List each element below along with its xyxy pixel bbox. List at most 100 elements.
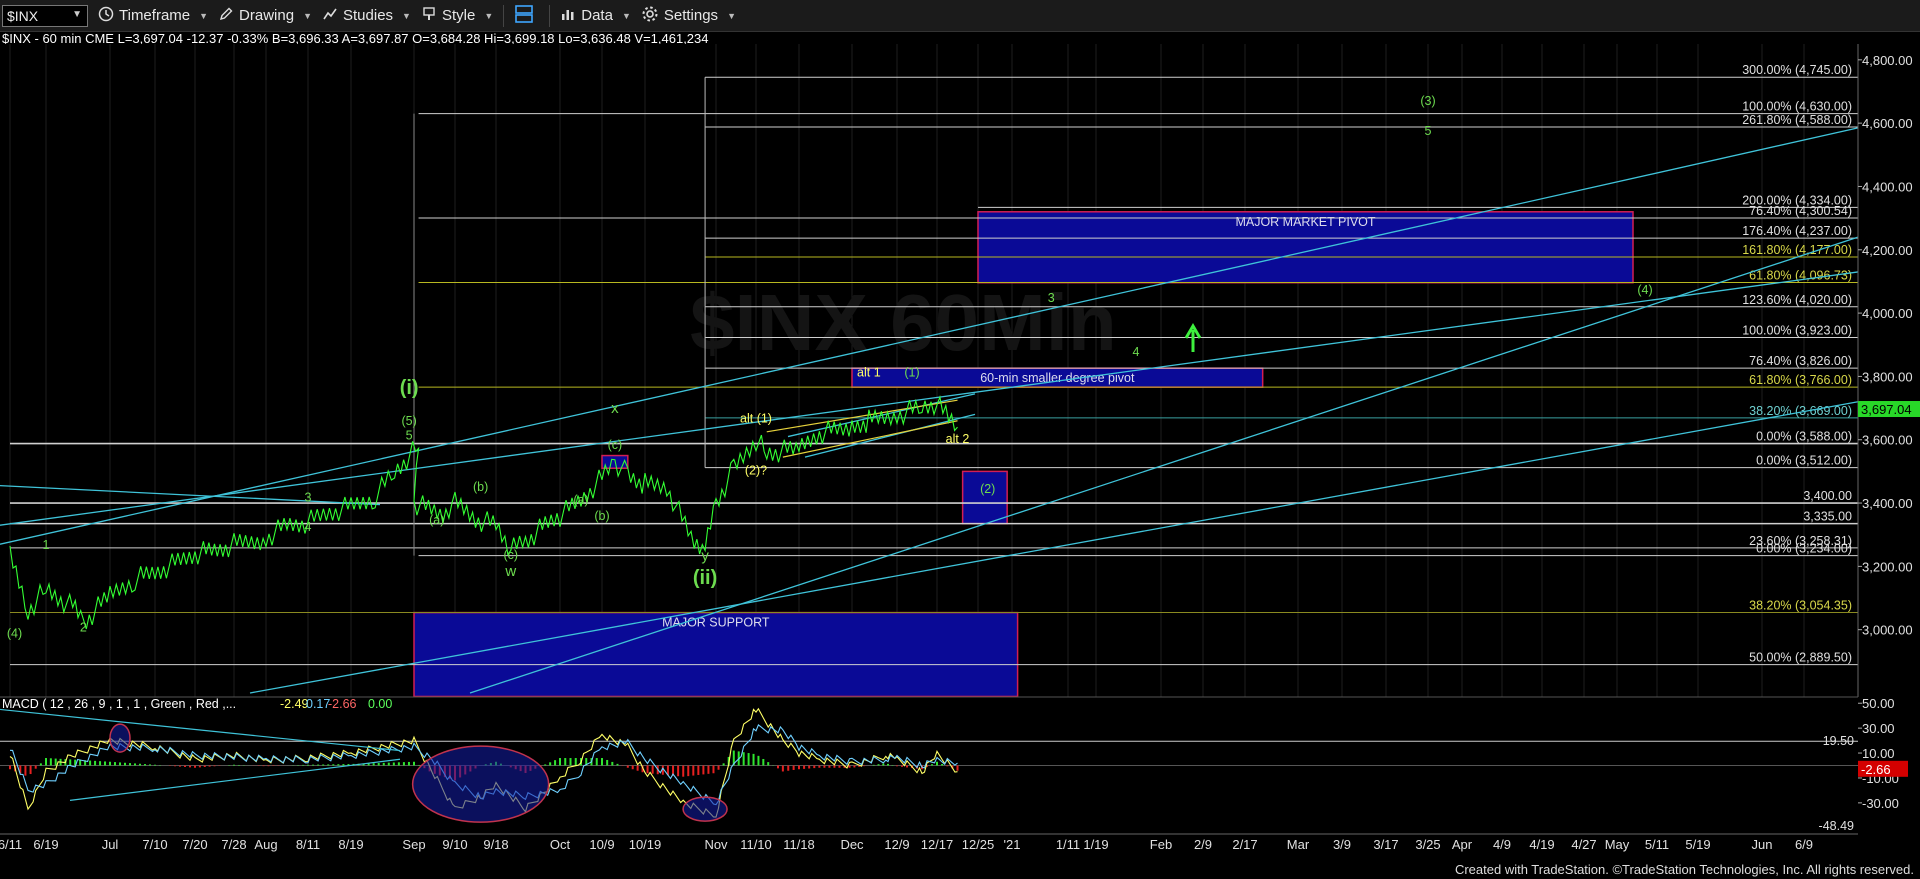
- y-tick-label: 4,200.00: [1862, 243, 1913, 258]
- x-tick-label: Sep: [402, 837, 425, 852]
- macd-value: 0.00: [368, 697, 392, 711]
- wave-label: (ii): [693, 567, 717, 589]
- wave-label: (2)?: [745, 464, 767, 478]
- x-tick-label: 4/27: [1571, 837, 1596, 852]
- wave-label: 5: [1425, 124, 1432, 138]
- macd-panel: MACD ( 12 , 26 , 9 , 1 , 1 , Green , Red…: [0, 696, 1858, 834]
- wave-label: (5): [402, 414, 417, 428]
- fib-level-label: 76.40% (3,826.00): [1749, 354, 1852, 368]
- wave-label: alt (1): [740, 411, 772, 425]
- macd-reference-label: 19.50: [1823, 734, 1854, 748]
- macd-last-label: -2.66: [1861, 762, 1891, 777]
- x-tick-label: 6/11: [0, 837, 22, 852]
- wave-label: (b): [594, 509, 609, 523]
- y-tick-label: 3,800.00: [1862, 369, 1913, 384]
- x-tick-label: 1/11: [1056, 837, 1080, 852]
- fib-level-label: 0.00% (3,512.00): [1756, 454, 1852, 468]
- chart-canvas[interactable]: $INX 60MinMAJOR MARKET PIVOT60-min small…: [0, 0, 1920, 879]
- fib-level-label: 176.40% (4,237.00): [1742, 224, 1852, 238]
- macd-highlight-ellipse: [411, 745, 550, 823]
- wave-label: (c): [608, 438, 623, 452]
- y-tick-label: 4,600.00: [1862, 116, 1913, 131]
- x-tick-label: Jun: [1752, 837, 1773, 852]
- x-tick-label: 12/9: [884, 837, 909, 852]
- wave-label: (2): [980, 482, 995, 496]
- wave-label: (b): [473, 480, 488, 494]
- pivot-zone: [961, 470, 1008, 525]
- y-tick-label: 4,800.00: [1862, 53, 1913, 68]
- wave-label: (4): [7, 627, 22, 641]
- fib-level-label: 38.20% (3,054.35): [1749, 598, 1852, 612]
- x-tick-label: Dec: [840, 837, 864, 852]
- wave-label: alt 2: [946, 432, 970, 446]
- x-tick-label: Oct: [550, 837, 571, 852]
- x-tick-label: 7/28: [221, 837, 246, 852]
- fib-level-label: 50.00% (2,889.50): [1749, 651, 1852, 665]
- x-axis: 6/11 6/19 Jul 7/10 7/20 7/28 Aug 8/11 8/19 Sep 9/1…: [0, 833, 1920, 852]
- x-tick-label: 5/19: [1685, 837, 1710, 852]
- wave-label: alt 1: [857, 365, 881, 379]
- x-tick-label: Aug: [254, 837, 277, 852]
- fib-level-label: 123.60% (4,020.00): [1742, 293, 1852, 307]
- last-price-label: 3,697.04: [1861, 402, 1912, 417]
- macd-reference-label: -48.49: [1819, 819, 1854, 833]
- x-tick-label: 1/19: [1083, 837, 1108, 852]
- wave-label: (a): [573, 493, 588, 507]
- wave-label: (a): [429, 513, 444, 527]
- y-tick-label: 3,600.00: [1862, 433, 1913, 448]
- x-tick-label: 9/10: [442, 837, 467, 852]
- x-tick-label: Apr: [1452, 837, 1473, 852]
- x-tick-label: Mar: [1287, 837, 1310, 852]
- x-tick-label: May: [1605, 837, 1630, 852]
- macd-tick-label: 50.00: [1862, 696, 1895, 711]
- x-tick-label: '21: [1004, 837, 1021, 852]
- x-tick-label: 7/20: [182, 837, 207, 852]
- macd-tick-label: 30.00: [1862, 721, 1895, 736]
- macd-title: MACD ( 12 , 26 , 9 , 1 , 1 , Green , Red…: [2, 697, 236, 711]
- x-axis-bg: [0, 834, 1920, 852]
- x-tick-label: 3/9: [1333, 837, 1351, 852]
- fib-level-label: 61.80% (3,766.00): [1749, 373, 1852, 387]
- x-tick-label: Nov: [704, 837, 728, 852]
- macd-highlight-ellipse: [109, 723, 131, 753]
- x-tick-label: 6/9: [1795, 837, 1813, 852]
- wave-label: (i): [400, 377, 419, 399]
- wave-label: y: [701, 548, 709, 565]
- wave-label: 4: [1133, 345, 1140, 359]
- x-tick-label: 2/17: [1232, 837, 1257, 852]
- wave-label: 3: [305, 490, 312, 504]
- y-tick-label: 3,000.00: [1862, 623, 1913, 638]
- x-tick-label: 6/19: [33, 837, 58, 852]
- x-tick-label: 10/9: [589, 837, 614, 852]
- wave-label: 4: [305, 520, 312, 534]
- y-tick-label: 3,200.00: [1862, 559, 1913, 574]
- wave-label: (3): [1420, 94, 1435, 108]
- wave-label: x: [611, 400, 619, 417]
- macd-tick-label: -30.00: [1862, 796, 1899, 811]
- x-tick-label: 11/18: [783, 837, 815, 852]
- wave-label: (c): [503, 548, 518, 562]
- fib-level-label: 0.00% (3,234.00): [1756, 542, 1852, 556]
- x-tick-label: 5/11: [1645, 837, 1669, 852]
- x-tick-label: 9/18: [483, 837, 508, 852]
- x-tick-label: 3/25: [1415, 837, 1440, 852]
- x-tick-label: 8/11: [296, 837, 320, 852]
- x-tick-label: 4/19: [1529, 837, 1554, 852]
- wave-label: 1: [43, 538, 50, 552]
- x-tick-label: 10/19: [629, 837, 662, 852]
- fib-level-label: 100.00% (4,630.00): [1742, 100, 1852, 114]
- x-tick-label: 7/10: [142, 837, 167, 852]
- x-tick-label: 8/19: [338, 837, 363, 852]
- y-tick-label: 4,000.00: [1862, 306, 1913, 321]
- wave-label: 2: [80, 620, 87, 634]
- macd-highlight-ellipse: [682, 796, 728, 822]
- macd-value: -2.49: [280, 697, 309, 711]
- macd-tick-label: 10.00: [1862, 746, 1895, 761]
- y-tick-label: 4,400.00: [1862, 179, 1913, 194]
- x-tick-label: Feb: [1150, 837, 1172, 852]
- x-tick-label: 12/25: [962, 837, 995, 852]
- fib-level-label: 0.00% (3,588.00): [1756, 430, 1852, 444]
- x-tick-label: Jul: [102, 837, 119, 852]
- macd-value: 0.17: [306, 697, 330, 711]
- macd-value: -2.66: [328, 697, 357, 711]
